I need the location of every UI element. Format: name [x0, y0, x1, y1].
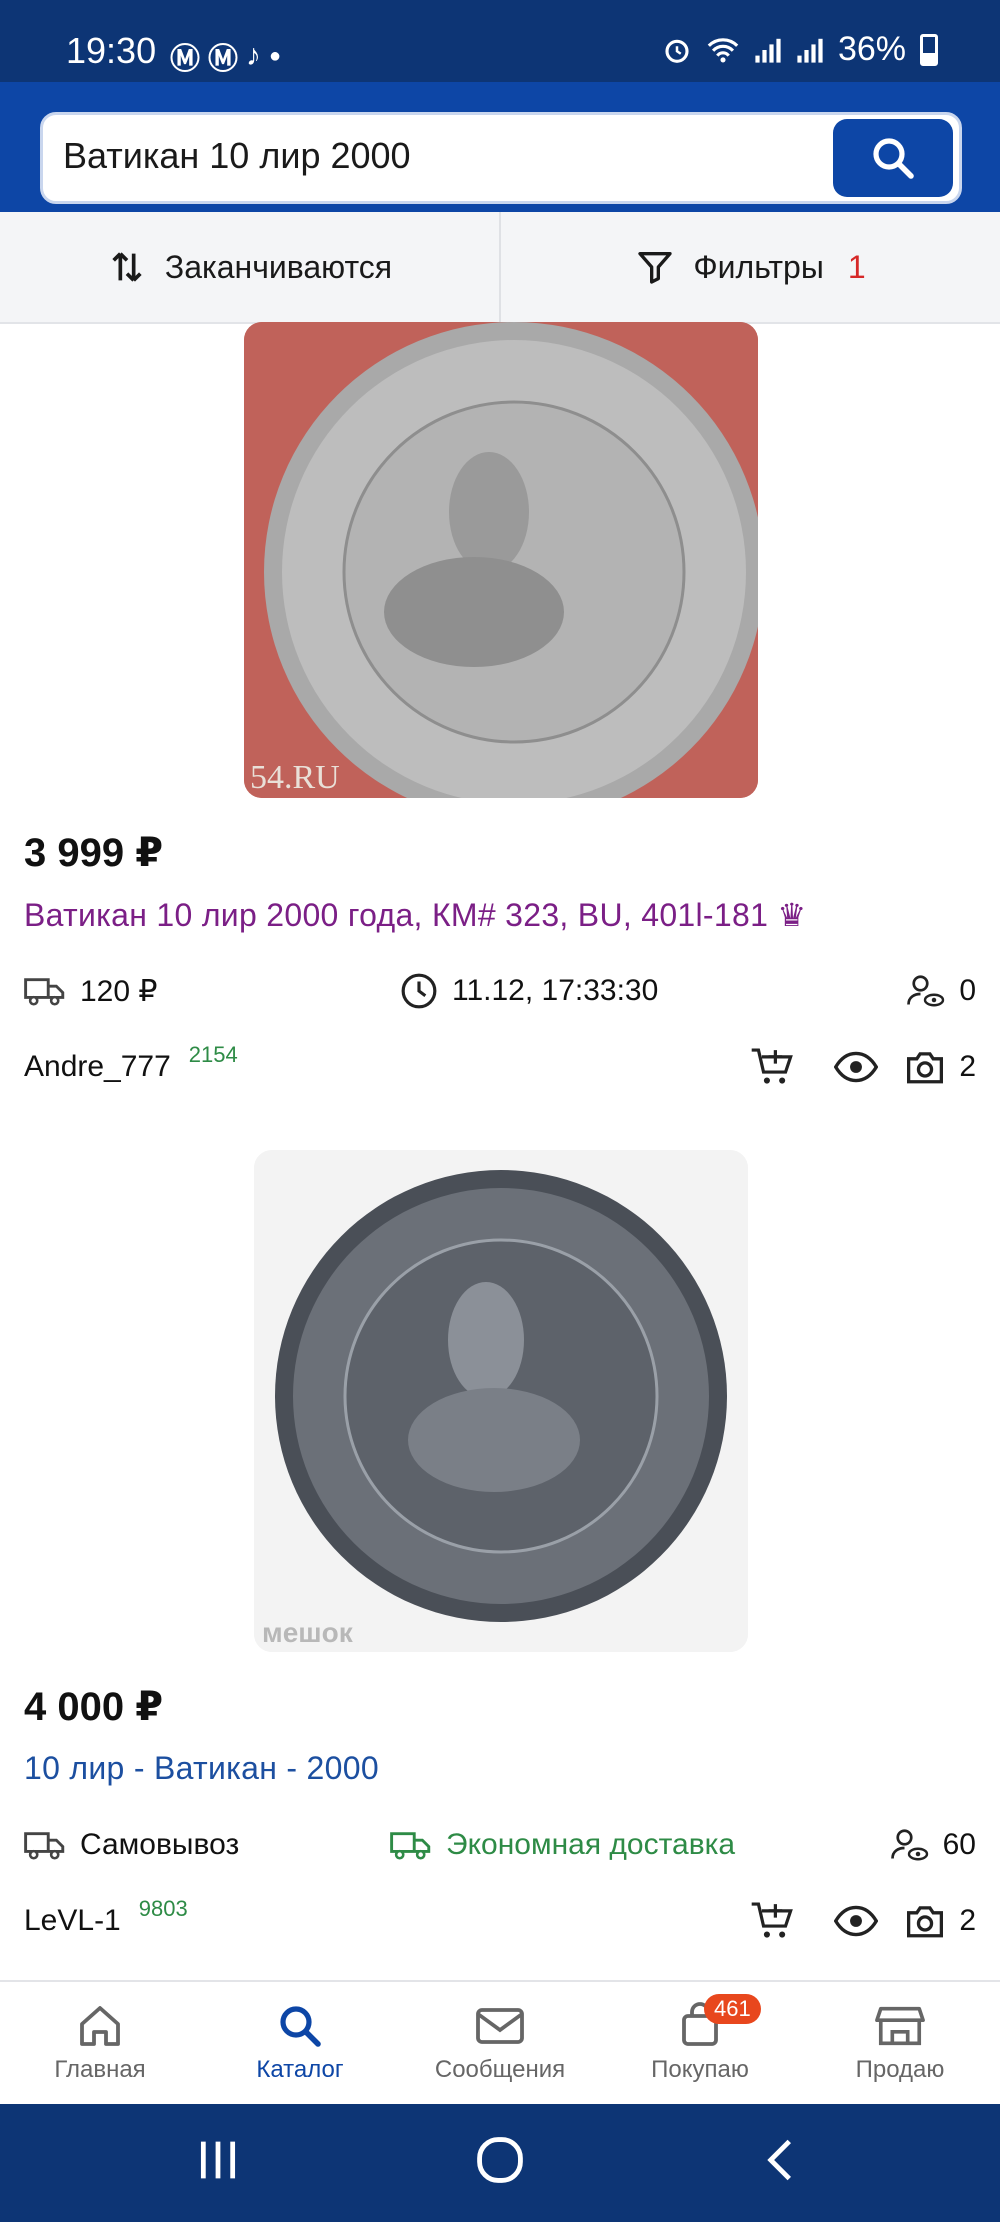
photos-count: 2: [959, 1050, 976, 1083]
sort-button[interactable]: Заканчиваются: [0, 212, 499, 322]
sort-arrows-icon: [112, 252, 142, 282]
watchers-count: 60: [942, 1828, 976, 1861]
eye-icon: [834, 1051, 878, 1083]
truck-icon: [24, 1832, 65, 1860]
cart-add-icon: [751, 1902, 793, 1938]
watchers-count: 0: [959, 974, 976, 1007]
recents-icon[interactable]: [196, 2134, 240, 2186]
watchers-info: 0: [905, 966, 976, 1016]
economy-delivery-info: Экономная доставка: [390, 1820, 735, 1870]
search-icon: [280, 2006, 321, 2047]
bottom-nav: Главная Каталог Сообщения 461 Покупаю Пр…: [0, 1980, 1000, 2104]
metro-icon: Ⓜ: [170, 43, 200, 76]
delivery-price: 120 ₽: [80, 974, 158, 1008]
metro-icon: Ⓜ: [208, 43, 238, 76]
search-query: Ватикан 10 лир 2000: [63, 135, 411, 176]
truck-icon: [390, 1832, 431, 1860]
toolbar: Заканчиваются Фильтры 1: [0, 212, 1000, 324]
sort-label: Заканчиваются: [164, 248, 393, 285]
filter-count-badge: 1: [847, 248, 866, 285]
filters-button[interactable]: Фильтры 1: [499, 212, 1000, 322]
mail-icon: [476, 2008, 524, 2044]
add-to-cart-button[interactable]: [750, 1042, 794, 1092]
end-time: 11.12, 17:33:30: [452, 974, 659, 1007]
nav-messages-label: Сообщения: [434, 2056, 566, 2083]
wifi-icon: [707, 37, 739, 62]
search-button[interactable]: [833, 119, 953, 197]
nav-selling[interactable]: Продаю: [800, 1982, 1000, 2104]
listing-title[interactable]: Ватикан 10 лир 2000 года, КМ# 323, BU, 4…: [24, 896, 806, 934]
battery-icon: [920, 33, 938, 66]
seller-name: LeVL-1: [24, 1904, 121, 1937]
photos-count: 2: [959, 1904, 976, 1937]
search-input[interactable]: Ватикан 10 лир 2000: [40, 112, 962, 204]
photos-info: 2: [905, 1042, 976, 1092]
end-time-info: 11.12, 17:33:30: [400, 966, 658, 1016]
eye-icon: [834, 1905, 878, 1937]
delivery-method: Самовывоз: [80, 1828, 240, 1861]
watch-button[interactable]: [834, 1896, 878, 1946]
listing-seller-row: Andre_777 2154 2: [24, 1042, 976, 1092]
photos-info: 2: [905, 1896, 976, 1946]
listing-image[interactable]: мешок: [254, 1150, 748, 1652]
camera-icon: [907, 1052, 944, 1084]
clock-icon: [401, 973, 437, 1009]
listing-meta-row: 120 ₽ 11.12, 17:33:30 0: [24, 966, 976, 1016]
seller-name: Andre_777: [24, 1050, 171, 1083]
home-icon: [80, 2006, 120, 2046]
watchers-info: 60: [889, 1820, 976, 1870]
signal-icon: [797, 38, 823, 63]
search-header: Ватикан 10 лир 2000: [0, 82, 1000, 212]
add-to-cart-button[interactable]: [750, 1896, 794, 1946]
listing-meta-row: Самовывоз Экономная доставка 60: [24, 1820, 976, 1870]
camera-icon: [907, 1906, 944, 1938]
status-bar: 19:30 Ⓜ Ⓜ ♪ ● 36%: [0, 0, 1000, 82]
truck-icon: [24, 978, 65, 1006]
delivery-info: 120 ₽: [24, 966, 157, 1016]
listing-price: 3 999 ₽: [24, 831, 164, 875]
nav-catalog-label: Каталог: [256, 2056, 344, 2083]
alarm-icon: [665, 39, 689, 63]
filter-icon: [638, 252, 673, 284]
watchers-icon: [890, 1829, 928, 1861]
nav-messages[interactable]: Сообщения: [400, 1982, 600, 2104]
nav-home-label: Главная: [54, 2056, 146, 2083]
search-icon: [873, 138, 914, 179]
status-time: 19:30: [66, 30, 157, 71]
filters-label: Фильтры: [693, 248, 824, 285]
listing-price: 4 000 ₽: [24, 1685, 164, 1729]
seller-rating: 9803: [138, 1896, 188, 1921]
watch-button[interactable]: [834, 1042, 878, 1092]
delivery-info: Самовывоз: [24, 1820, 239, 1870]
battery-percent: 36%: [837, 30, 906, 68]
nav-buying[interactable]: 461 Покупаю: [600, 1982, 800, 2104]
buying-count-badge: 461: [704, 1994, 761, 2024]
cart-add-icon: [751, 1048, 793, 1084]
listing-watermark: 54.RU: [250, 759, 340, 796]
store-icon: [875, 2006, 925, 2046]
back-icon[interactable]: [760, 2134, 800, 2186]
listing-image[interactable]: 54.RU: [244, 322, 758, 798]
seller-info[interactable]: LeVL-1 9803: [24, 1896, 188, 1946]
home-circle-icon[interactable]: [474, 2134, 526, 2186]
seller-rating: 2154: [188, 1042, 238, 1067]
watchers-icon: [907, 975, 945, 1007]
nav-home[interactable]: Главная: [0, 1982, 200, 2104]
listing-title[interactable]: 10 лир - Ватикан - 2000: [24, 1750, 379, 1787]
shipping-option: Экономная доставка: [446, 1828, 736, 1861]
listing-watermark: мешок: [262, 1617, 354, 1648]
system-nav-bar: [0, 2104, 1000, 2222]
listing-seller-row: LeVL-1 9803 2: [24, 1896, 976, 1946]
seller-info[interactable]: Andre_777 2154: [24, 1042, 238, 1092]
coin-photo: 54.RU: [244, 322, 758, 798]
nav-buying-label: Покупаю: [651, 2056, 749, 2083]
nav-catalog[interactable]: Каталог: [200, 1982, 400, 2104]
signal-icon: [755, 38, 781, 63]
coin-photo: мешок: [254, 1150, 748, 1652]
nav-selling-label: Продаю: [855, 2056, 945, 2083]
tiktok-icon: ♪: [246, 39, 261, 72]
dot-icon: ●: [269, 44, 282, 67]
